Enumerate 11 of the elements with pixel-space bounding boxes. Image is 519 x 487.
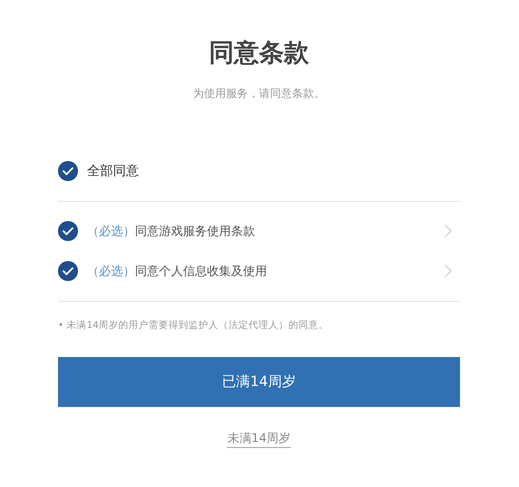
- agree-all-label: 全部同意: [87, 163, 139, 180]
- terms-label: （必选）同意个人信息收集及使用: [87, 262, 268, 280]
- checkbox[interactable]: [58, 261, 78, 281]
- confirm-age-button[interactable]: 已满14周岁: [58, 357, 460, 407]
- under-age-link[interactable]: 未满14周岁: [227, 431, 291, 448]
- checkbox[interactable]: [58, 221, 78, 241]
- age-notice: • 未满14周岁的用户需要得到监护人（法定代理人）的同意。: [58, 319, 330, 332]
- page-title: 同意条款: [208, 37, 310, 69]
- checkbox[interactable]: [58, 161, 78, 181]
- terms-label: （必选）同意游戏服务使用条款: [87, 222, 256, 240]
- subtitle: 为使用服务，请同意条款。: [192, 86, 326, 101]
